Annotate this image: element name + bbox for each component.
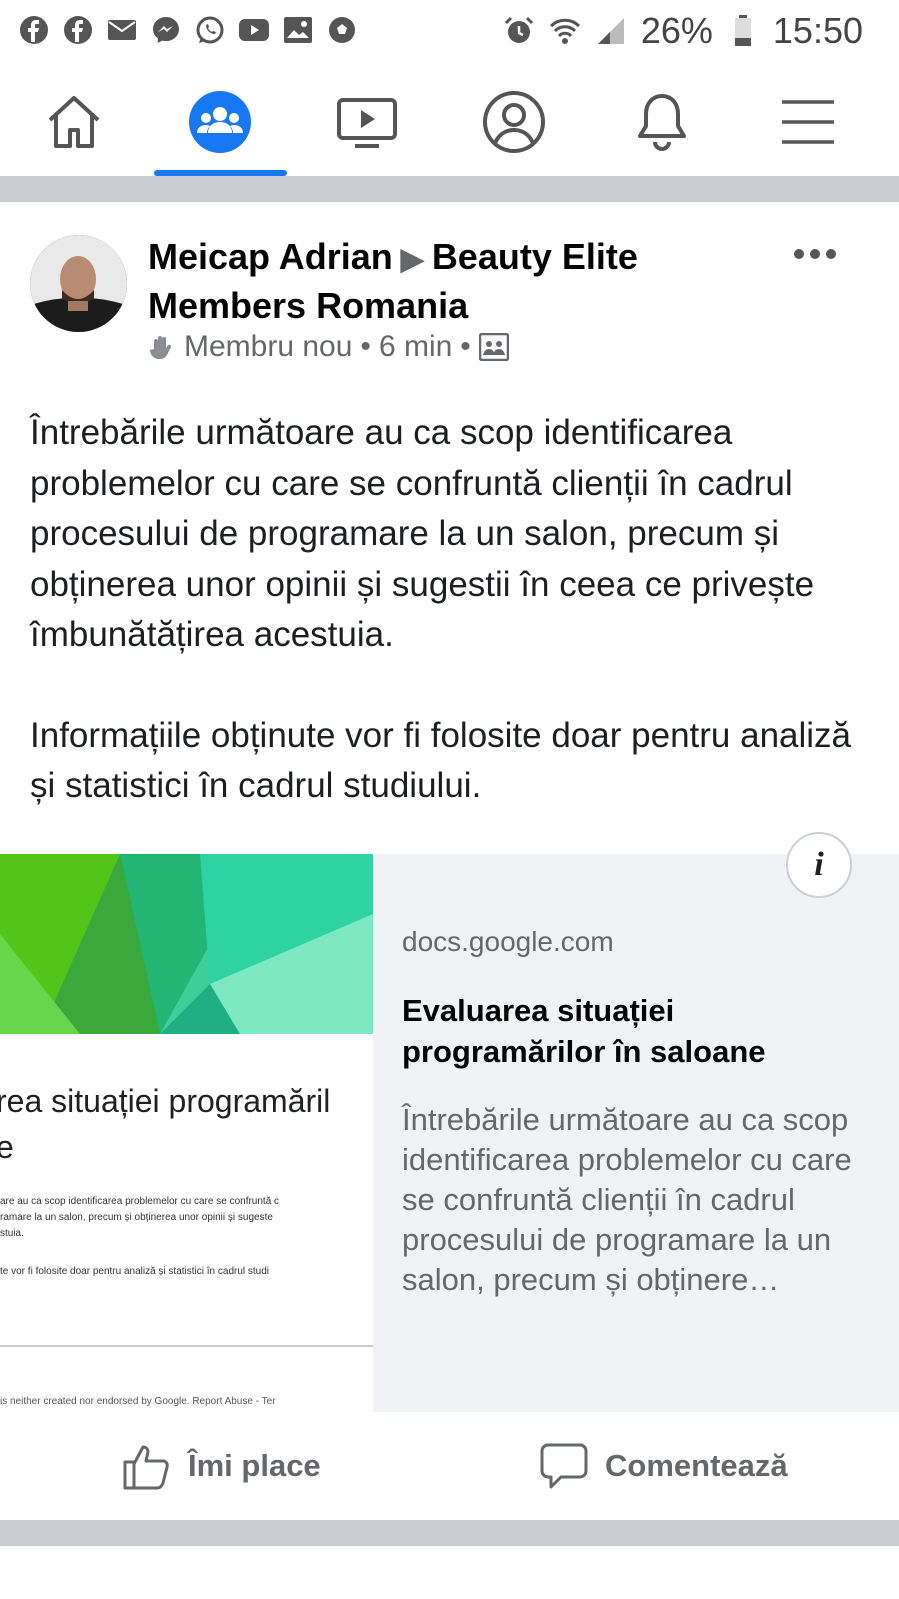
post-paragraph: Informațiile obținute vor fi folosite do… [30,715,852,806]
post-paragraph: Întrebările următoare au ca scop identif… [30,413,815,654]
nav-notifications[interactable] [622,82,702,162]
feed-post: Meicap Adrian ▶ Beauty Elite Members Roman… [0,202,899,1520]
post-meta: Membru nou • 6 min • [148,330,509,364]
signal-icon [595,15,627,47]
more-options-button[interactable] [794,242,840,266]
post-body: Întrebările următoare au ca scop identif… [30,408,870,862]
info-icon: i [814,846,824,883]
watch-icon [337,98,397,148]
link-preview-card[interactable]: rea situației programăril e are au ca sc… [0,832,899,1412]
meta-separator: • [460,330,471,363]
comment-icon [540,1443,588,1489]
thumb-text-line: te vor fi folosite doar pentru analiză ș… [0,1266,270,1277]
nav-groups[interactable] [180,82,260,162]
youtube-icon [238,14,270,46]
groups-icon [189,91,251,153]
soccer-icon [326,14,358,46]
thumb-text-line: ramare la un salon, precum și obținerea … [0,1212,273,1223]
mail-icon [106,14,138,46]
like-button[interactable]: Îmi place [122,1412,321,1520]
clock: 15:50 [772,10,863,51]
like-label: Îmi place [188,1448,321,1483]
thumb-title-line: e [0,1129,14,1165]
nav-home[interactable] [34,82,114,162]
link-domain: docs.google.com [402,926,614,957]
thumb-form-title: rea situației programăril e [0,1078,330,1170]
battery-percent: 26% [640,10,713,51]
thumb-footer: is neither created nor endorsed by Googl… [0,1396,276,1407]
wave-hand-icon [150,336,172,359]
new-member-badge: Membru nou [184,330,353,363]
post-time[interactable]: 6 min [379,330,452,364]
link-description: Întrebările următoare au ca scop identif… [402,1102,852,1297]
thumb-divider [0,1345,373,1347]
battery-icon [727,15,759,47]
comment-button[interactable]: Comentează [539,1412,788,1520]
link-title: Evaluarea situației programărilor în sal… [402,993,766,1069]
arrow-right-icon: ▶ [400,243,424,276]
thumbs-up-icon [123,1445,169,1490]
info-button[interactable]: i [786,832,852,898]
menu-icon [782,100,834,144]
feed-divider [0,176,899,202]
whatsapp-icon [194,14,226,46]
nav-watch[interactable] [327,82,407,162]
top-navigation [0,64,899,176]
profile-icon [483,91,545,153]
more-dot [810,249,820,259]
link-thumbnail: rea situației programăril e are au ca sc… [0,854,373,1412]
system-status: 26% 15:50 [503,10,863,52]
comment-label: Comentează [605,1448,788,1483]
post-actions: Îmi place Comentează [0,1412,899,1520]
thumb-text-line: stuia. [0,1228,24,1239]
facebook-icon [18,14,50,46]
more-dot [826,249,836,259]
meta-separator: • [360,330,371,363]
post-header-title: Meicap Adrian ▶ Beauty Elite Members Roman… [148,234,708,329]
messenger-icon [150,14,182,46]
nav-menu[interactable] [768,82,848,162]
wifi-icon [549,15,581,47]
nav-profile[interactable] [474,82,554,162]
group-privacy-icon [478,333,509,361]
thumb-text-line: are au ca scop identificarea problemelor… [0,1196,280,1207]
avatar[interactable] [30,235,127,332]
author-name[interactable]: Meicap Adrian [148,236,393,277]
notification-icons [18,14,358,46]
feed-divider [0,1520,899,1546]
form-banner-image [0,854,373,1034]
home-icon [48,96,100,148]
gallery-icon [282,14,314,46]
notifications-icon [638,94,686,151]
thumb-title-line: rea situației programăril [0,1083,331,1119]
status-bar: 26% 15:50 [0,0,899,64]
facebook-icon [62,14,94,46]
more-dot [794,249,804,259]
alarm-icon [503,15,535,47]
